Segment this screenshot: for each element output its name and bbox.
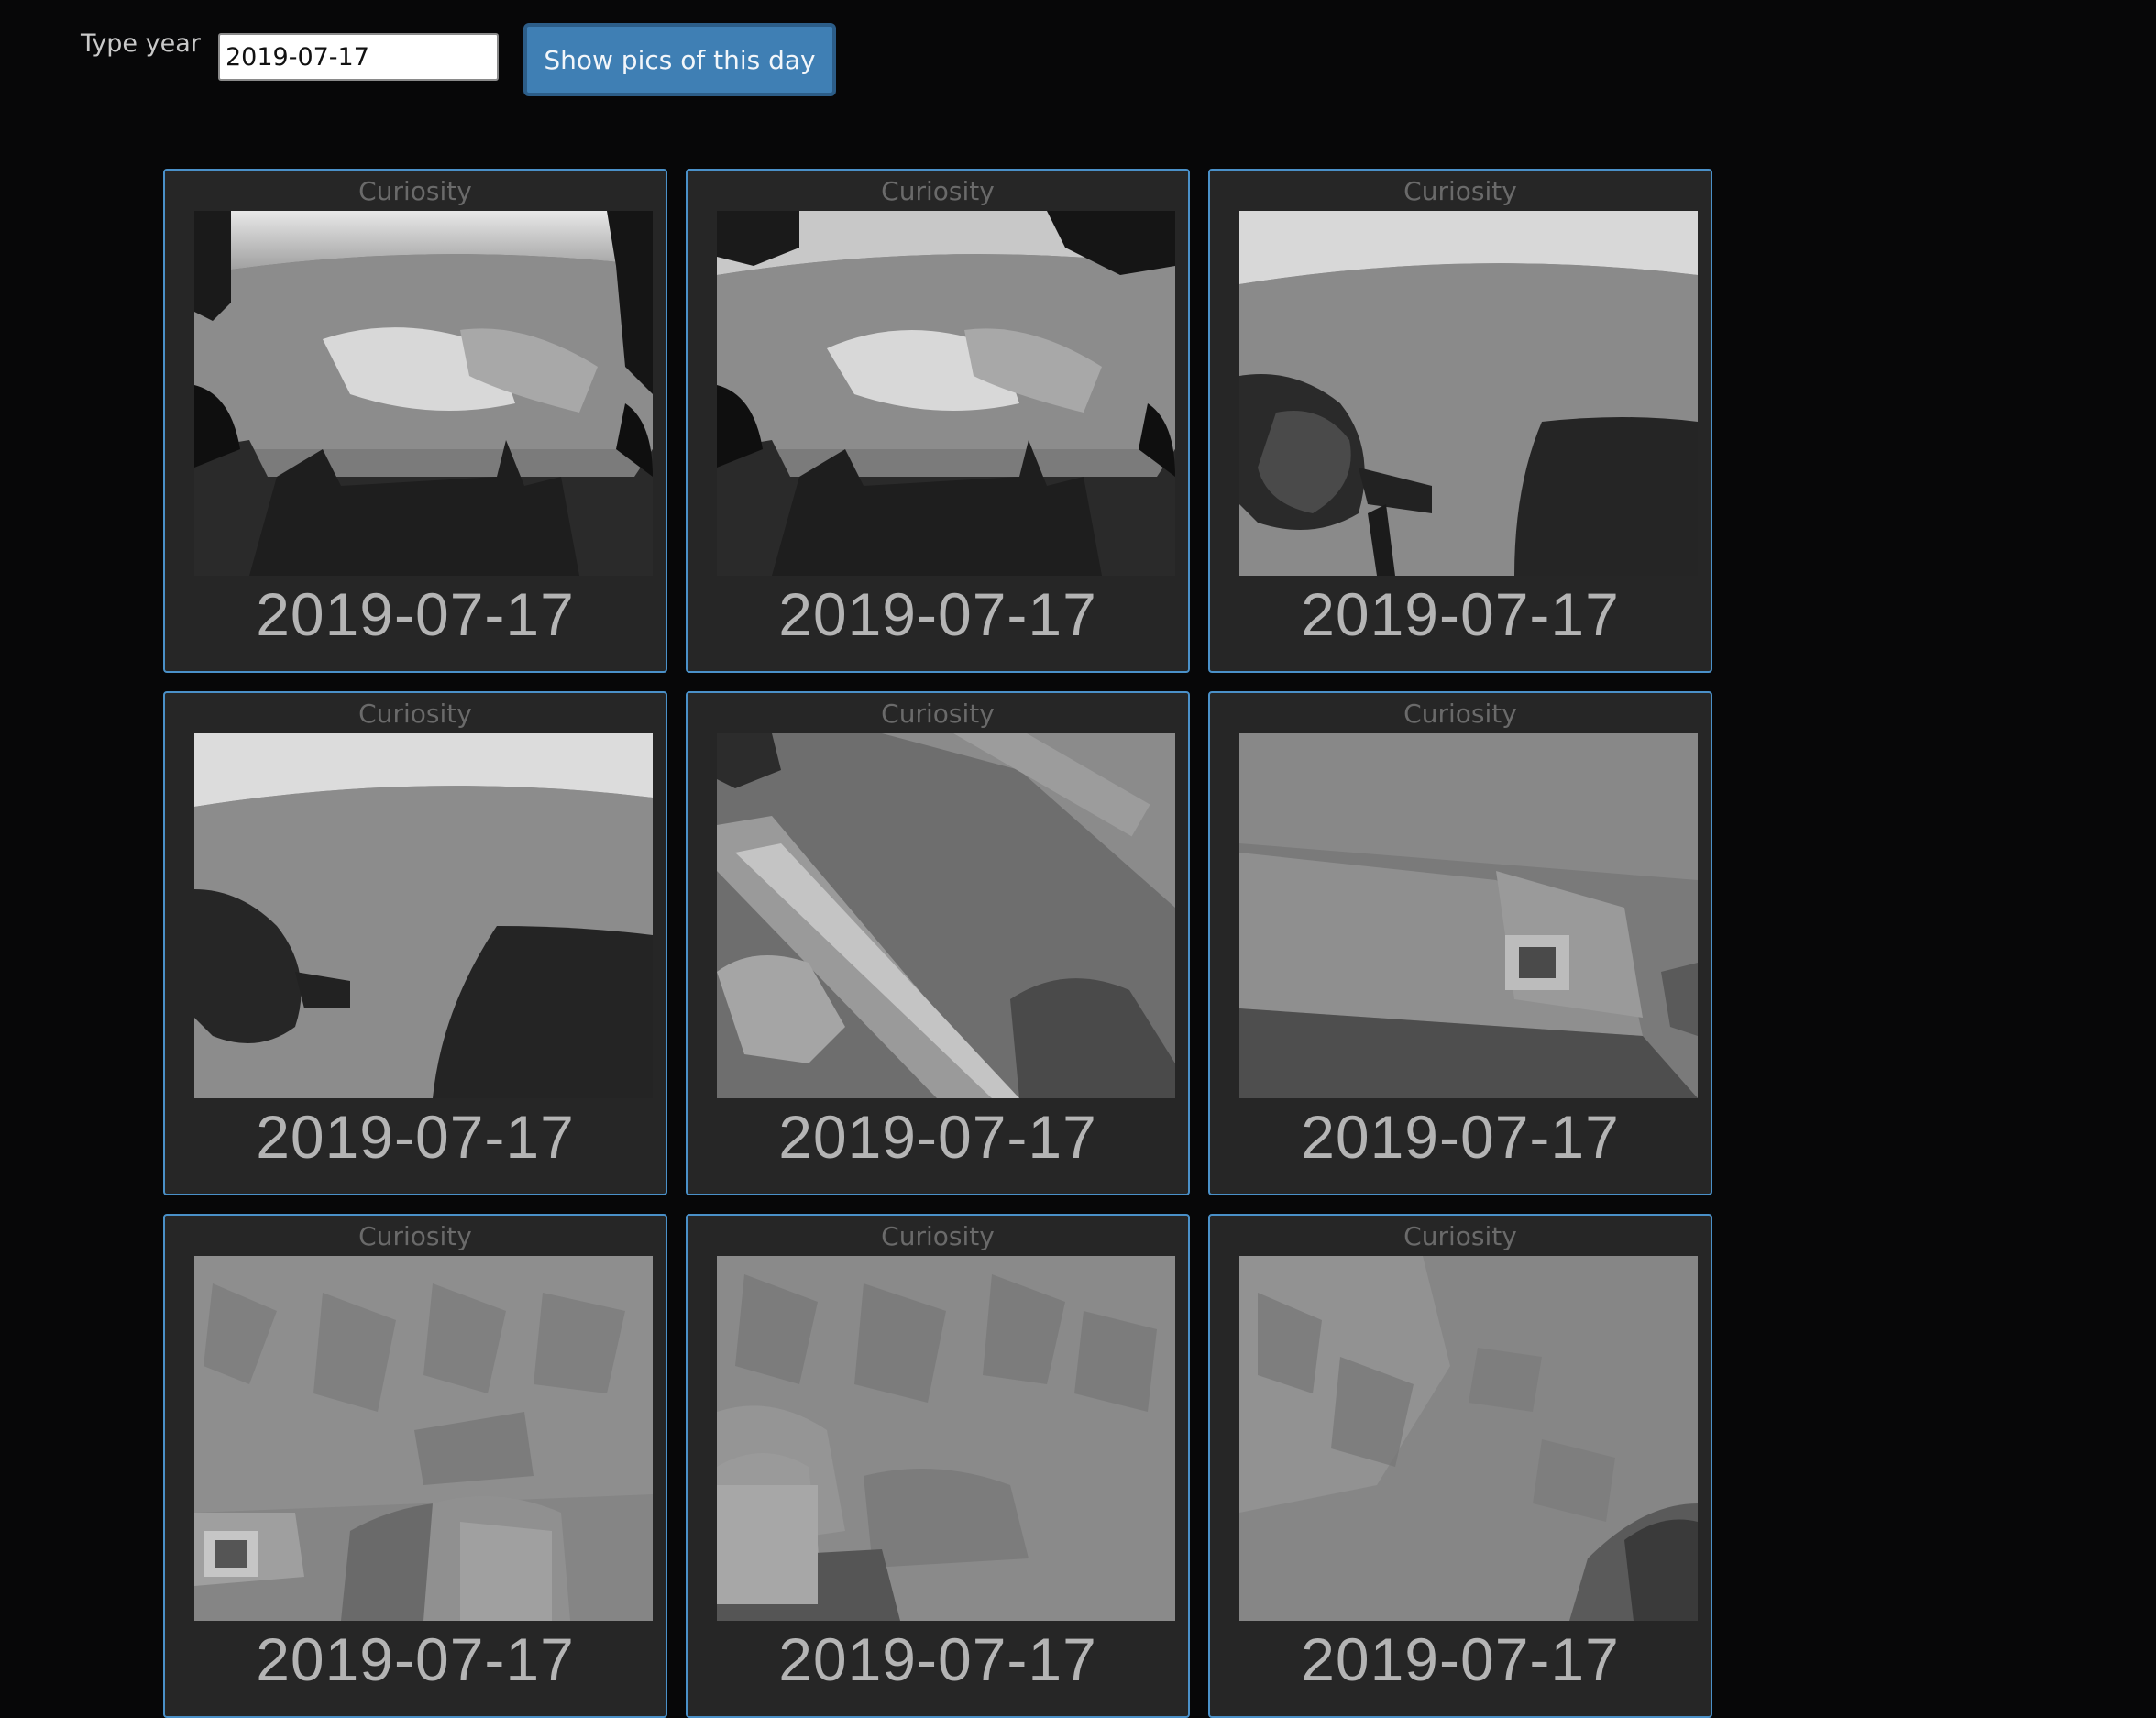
photo-card[interactable]: Curiosity 2019-07-17 bbox=[686, 169, 1190, 673]
photo-card[interactable]: Curiosity 2019-07-17 bbox=[686, 1214, 1190, 1718]
rover-name: Curiosity bbox=[1403, 699, 1517, 729]
photo-grid: Curiosity 2019-07-17 Curiosity 2019-07-1… bbox=[163, 169, 1714, 1718]
mars-photo[interactable] bbox=[194, 1256, 653, 1621]
rover-name: Curiosity bbox=[358, 176, 472, 206]
earth-date: 2019-07-17 bbox=[778, 580, 1097, 648]
photo-card[interactable]: Curiosity 2019-07-17 bbox=[163, 691, 667, 1195]
photo-card[interactable]: Curiosity 2019-07-17 bbox=[163, 169, 667, 673]
earth-date: 2019-07-17 bbox=[1301, 1625, 1620, 1693]
mars-photo[interactable] bbox=[717, 733, 1175, 1098]
earth-date: 2019-07-17 bbox=[256, 1103, 575, 1171]
earth-date: 2019-07-17 bbox=[256, 580, 575, 648]
mars-photo[interactable] bbox=[1239, 733, 1698, 1098]
mars-photo[interactable] bbox=[717, 211, 1175, 576]
rover-name: Curiosity bbox=[1403, 1221, 1517, 1251]
mars-photo[interactable] bbox=[194, 733, 653, 1098]
rover-name: Curiosity bbox=[881, 699, 995, 729]
rover-name: Curiosity bbox=[358, 699, 472, 729]
earth-date: 2019-07-17 bbox=[778, 1103, 1097, 1171]
photo-card[interactable]: Curiosity 2019-07-17 bbox=[1208, 1214, 1712, 1718]
mars-photo[interactable] bbox=[717, 1256, 1175, 1621]
show-pics-button[interactable]: Show pics of this day bbox=[523, 23, 836, 96]
photo-card[interactable]: Curiosity 2019-07-17 bbox=[1208, 169, 1712, 673]
date-input[interactable] bbox=[218, 33, 499, 81]
search-toolbar: Type year Show pics of this day bbox=[0, 0, 2156, 128]
year-label: Type year bbox=[81, 29, 201, 58]
rover-name: Curiosity bbox=[1403, 176, 1517, 206]
rover-name: Curiosity bbox=[358, 1221, 472, 1251]
mars-photo[interactable] bbox=[1239, 211, 1698, 576]
earth-date: 2019-07-17 bbox=[256, 1625, 575, 1693]
mars-photo[interactable] bbox=[194, 211, 653, 576]
rover-name: Curiosity bbox=[881, 176, 995, 206]
photo-card[interactable]: Curiosity 2019-07-17 bbox=[686, 691, 1190, 1195]
rover-name: Curiosity bbox=[881, 1221, 995, 1251]
photo-card[interactable]: Curiosity 2019-07-17 bbox=[163, 1214, 667, 1718]
earth-date: 2019-07-17 bbox=[778, 1625, 1097, 1693]
mars-photo[interactable] bbox=[1239, 1256, 1698, 1621]
earth-date: 2019-07-17 bbox=[1301, 580, 1620, 648]
photo-card[interactable]: Curiosity 2019-07-17 bbox=[1208, 691, 1712, 1195]
earth-date: 2019-07-17 bbox=[1301, 1103, 1620, 1171]
